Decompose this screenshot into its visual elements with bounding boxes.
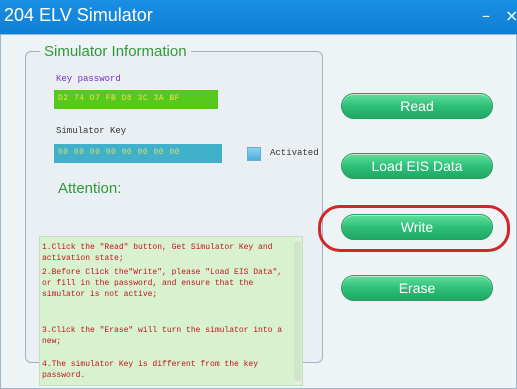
activated-label: Activated [270,148,319,158]
group-legend: Simulator Information [44,43,187,60]
minimize-icon[interactable]: – [482,6,490,25]
attention-title: Attention: [58,180,122,197]
note-item-3: 3.Click the "Erase" will turn the simula… [42,326,283,346]
key-password-field[interactable]: D2 74 O7 FB D8 3C 3A BF [54,90,218,109]
simulator-key-label: Simulator Key [56,126,127,136]
load-eis-data-button[interactable]: Load EIS Data [341,153,493,179]
window-title: 204 ELV Simulator [4,5,153,25]
activated-checkbox[interactable] [247,147,261,161]
title-bar: 204 ELV Simulator – × [0,0,517,34]
close-icon[interactable]: × [505,6,517,25]
attention-notes[interactable]: 1.Click the "Read" button, Get Simulator… [39,236,303,386]
note-item-1: 1.Click the "Read" button, Get Simulator… [42,243,273,263]
read-button[interactable]: Read [341,93,493,119]
note-item-4: 4.The simulator Key is different from th… [42,360,259,380]
key-password-label: Key password [56,74,121,84]
notes-scrollbar-thumb[interactable] [294,241,301,381]
simulator-key-field[interactable]: 00 00 00 00 00 00 00 00 [54,144,222,163]
write-button-highlight [318,205,510,252]
note-item-2: 2.Before Click the"Write", please "Load … [42,268,283,299]
erase-button[interactable]: Erase [341,275,493,301]
